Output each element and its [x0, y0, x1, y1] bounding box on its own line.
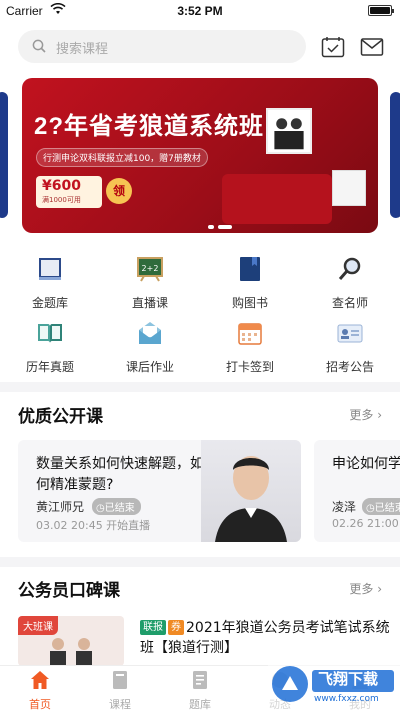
grid-label: 购图书	[231, 296, 268, 310]
status-text: 已结束	[104, 503, 135, 514]
grid-item-announcements[interactable]: 招考公告	[300, 320, 400, 375]
course-title: 申论如何学点?	[332, 456, 400, 472]
envelope-icon	[139, 322, 161, 344]
chalkboard-icon: 2+2	[137, 257, 163, 282]
question-bank-icon	[193, 671, 207, 689]
teacher-name: 黄江师兄	[36, 500, 85, 514]
teacher-photo	[266, 108, 312, 154]
claim-coupon-button[interactable]: 领	[106, 178, 132, 204]
course-icon	[113, 671, 127, 689]
grid-item-question-bank[interactable]: 金题库	[0, 256, 100, 311]
search-input[interactable]: 搜索课程	[18, 30, 306, 63]
clock-icon: ◷	[366, 503, 375, 514]
banner-slide[interactable]: 2?年省考狼道系统班 行测申论双科联报立减100，赠7册教材 ¥600 满100…	[22, 78, 378, 233]
coupon-tag: 券	[168, 620, 184, 635]
grid-label: 历年真题	[25, 360, 74, 374]
banner-promo: 行测申论双科联报立减100，赠7册教材	[36, 148, 208, 167]
mail-icon[interactable]	[360, 36, 384, 58]
grid-label: 金题库	[31, 296, 68, 310]
magnifier-icon	[338, 257, 361, 280]
open-course-card[interactable]: 申论如何学点? 凌泽 ◷已结束 02.26 21:00	[314, 440, 400, 542]
carousel-indicator	[208, 216, 236, 233]
tab-label: 首页	[29, 698, 51, 711]
section-divider	[0, 382, 400, 392]
banner-peek-left	[0, 92, 8, 218]
wom-more-link[interactable]: 更多 ›	[349, 580, 382, 597]
course-thumbnail[interactable]: 大班课	[18, 616, 124, 666]
course-title: 数量关系如何快速解题，如何精准蒙题?	[36, 456, 204, 493]
teacher-name: 凌泽	[332, 500, 357, 514]
tab-home[interactable]: 首页	[0, 670, 80, 711]
grid-item-check-in[interactable]: 打卡签到	[200, 320, 300, 375]
clock: 3:52 PM	[177, 4, 223, 18]
tab-question-bank[interactable]: 题库	[160, 670, 240, 711]
svg-text:2+2: 2+2	[142, 264, 159, 273]
tab-courses[interactable]: 课程	[80, 670, 160, 711]
grid-item-past-papers[interactable]: 历年真题	[0, 320, 100, 375]
status-badge: ◷已结束	[92, 498, 141, 515]
live-time: 03.02 20:45 开始直播	[36, 519, 151, 532]
tab-label: 题库	[189, 698, 211, 711]
live-time: 02.26 21:00	[332, 517, 399, 530]
banner-peek-right	[390, 92, 400, 218]
grid-label: 查名师	[331, 296, 368, 310]
course-title[interactable]: 联报券 2021年狼道公务员考试笔试系统班【狼道行测】	[140, 618, 390, 658]
clock-icon: ◷	[96, 503, 105, 514]
grid-label: 直播课	[131, 296, 168, 310]
banner-title: 2?年省考狼道系统班	[34, 113, 265, 140]
calendar-icon	[238, 323, 262, 345]
grid-item-buy-books[interactable]: 购图书	[200, 256, 300, 311]
tab-label: 课程	[109, 698, 131, 711]
coupon-amount: ¥600	[42, 178, 81, 194]
teacher-portrait	[201, 440, 301, 542]
banner-carousel[interactable]: 2?年省考狼道系统班 行测申论双科联报立减100，赠7册教材 ¥600 满100…	[0, 78, 400, 233]
more-label: 更多	[349, 582, 374, 596]
grid-item-find-teacher[interactable]: 查名师	[300, 256, 400, 311]
grid-item-homework[interactable]: 课后作业	[100, 320, 200, 375]
book-set-image	[332, 170, 366, 206]
open-course-card[interactable]: 数量关系如何快速解题，如何精准蒙题? 黄江师兄 ◷已结束 03.02 20:45…	[18, 440, 301, 542]
coupon-price[interactable]: ¥600 满1000可用	[36, 176, 102, 208]
search-placeholder: 搜索课程	[56, 42, 109, 57]
status-bar: Carrier 3:52 PM	[0, 0, 400, 22]
open-book-icon	[38, 324, 62, 343]
watermark-text: 飞翔下载	[318, 670, 379, 688]
book-icon	[39, 258, 61, 280]
home-icon	[31, 671, 49, 689]
grid-label: 打卡签到	[225, 360, 274, 374]
status-text: 已结束	[374, 503, 400, 514]
app-screen: Carrier 3:52 PM 搜索课程 2?年省考狼道系统班 行测申论双科联报…	[0, 0, 400, 711]
bookmark-book-icon	[240, 257, 260, 281]
grid-label: 课后作业	[125, 360, 174, 374]
more-label: 更多	[349, 408, 374, 422]
battery-icon	[368, 5, 394, 16]
open-courses-more-link[interactable]: 更多 ›	[349, 406, 382, 423]
calendar-check-icon[interactable]	[321, 36, 345, 58]
search-icon	[32, 39, 46, 53]
section-divider	[0, 557, 400, 567]
watermark-url: www.fxxz.com	[314, 694, 379, 704]
open-courses-title: 优质公开课	[18, 407, 103, 427]
joint-tag: 联报	[140, 620, 166, 635]
grid-item-live-class[interactable]: 2+2 直播课	[100, 256, 200, 311]
grid-label: 招考公告	[325, 360, 374, 374]
coupon-condition: 满1000可用	[42, 196, 81, 204]
id-card-icon	[337, 324, 363, 343]
banner-stage-decoration	[222, 174, 332, 224]
status-badge: ◷已结束	[362, 498, 400, 515]
wom-courses-title: 公务员口碑课	[18, 581, 120, 601]
